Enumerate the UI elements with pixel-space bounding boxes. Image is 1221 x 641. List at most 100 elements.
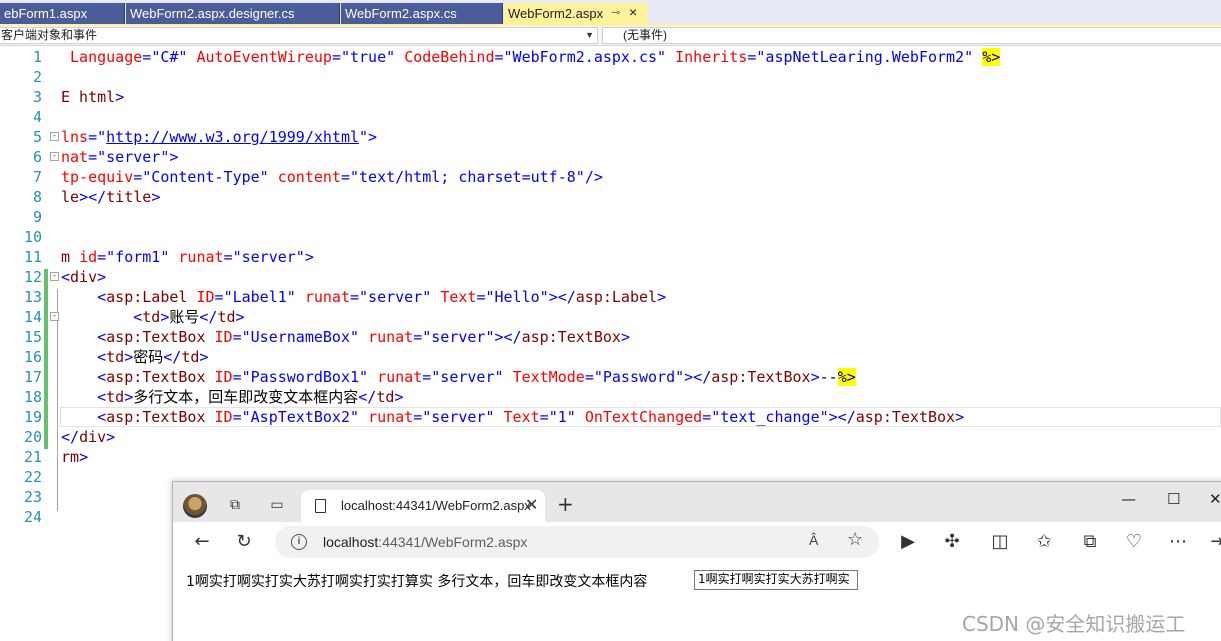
- code-text: E html>: [61, 88, 125, 106]
- tab-label: WebForm2.aspx.designer.cs: [130, 6, 295, 21]
- new-tab-icon[interactable]: +: [557, 492, 574, 516]
- collections-toolbar-icon[interactable]: ⧉: [1079, 531, 1101, 553]
- collapse-icon[interactable]: -: [50, 312, 59, 321]
- line-number: 17: [23, 368, 42, 386]
- line-number: 10: [23, 228, 42, 246]
- tab-actions-icon[interactable]: ▭: [267, 495, 287, 515]
- line-number: 20: [23, 428, 42, 446]
- object-selector[interactable]: 客户端对象和事件 ▼: [0, 27, 598, 44]
- code-line: 6 - nat="server">: [0, 147, 1221, 167]
- line-number: 23: [23, 488, 42, 506]
- code-text: <td>多行文本，回车即改变文本框内容</td>: [97, 388, 404, 406]
- url-path: :44341/WebForm2.aspx: [378, 534, 528, 550]
- browser-tab[interactable]: localhost:44341/WebForm2.aspx ✕: [301, 490, 545, 522]
- line-number: 21: [23, 448, 42, 466]
- code-text: lns="http://www.w3.org/1999/xhtml">: [61, 128, 378, 146]
- code-line: 19 <asp:TextBox ID="AspTextBox2" runat="…: [0, 407, 1221, 427]
- line-number: 14: [23, 308, 42, 326]
- dropdown-arrow-icon: ▼: [585, 30, 594, 40]
- profile-avatar[interactable]: [183, 494, 207, 518]
- close-tab-icon[interactable]: ✕: [525, 495, 538, 514]
- line-number: 18: [23, 388, 42, 406]
- code-line: 10: [0, 227, 1221, 247]
- favorite-star-icon[interactable]: ☆: [847, 529, 863, 550]
- pin-icon[interactable]: ⊸: [611, 3, 620, 24]
- refresh-icon[interactable]: ↻: [233, 531, 255, 553]
- code-line: 11 m id="form1" runat="server">: [0, 247, 1221, 267]
- navigation-bar: 客户端对象和事件 ▼ (无事件): [0, 26, 1221, 46]
- code-line: 8 le></title>: [0, 187, 1221, 207]
- code-text: <asp:TextBox ID="UsernameBox" runat="ser…: [97, 328, 630, 346]
- url-host: localhost: [323, 534, 379, 550]
- line-number: 6: [32, 148, 42, 166]
- code-text: rm>: [61, 448, 89, 466]
- tab-webform2-aspx[interactable]: WebForm2.aspx ⊸ ×: [504, 3, 648, 24]
- code-text: <td>密码</td>: [97, 348, 209, 366]
- code-line: 17 <asp:TextBox ID="PasswordBox1" runat=…: [0, 367, 1221, 387]
- event-selector[interactable]: (无事件): [602, 27, 1221, 44]
- code-text: <asp:TextBox ID="AspTextBox2" runat="ser…: [97, 408, 965, 426]
- line-number: 19: [23, 408, 42, 426]
- collapse-icon[interactable]: -: [50, 132, 59, 141]
- close-window-icon[interactable]: ✕: [1209, 490, 1221, 508]
- collapse-icon[interactable]: -: [50, 272, 59, 281]
- code-line: 4: [0, 107, 1221, 127]
- code-text: nat="server">: [61, 148, 179, 166]
- line-number: 22: [23, 468, 42, 486]
- site-info-icon[interactable]: i: [291, 534, 307, 550]
- code-text: Language="C#" AutoEventWireup="true" Cod…: [70, 48, 1001, 66]
- page-icon: [315, 499, 326, 513]
- line-number: 5: [32, 128, 42, 146]
- sidebar-icon[interactable]: ⇥: [1207, 531, 1221, 553]
- line-number: 15: [23, 328, 42, 346]
- line-number: 12: [23, 268, 42, 286]
- code-line: 14 - <td>账号</td>: [0, 307, 1221, 327]
- address-url: localhost:44341/WebForm2.aspx: [323, 534, 527, 550]
- code-line: 5 - lns="http://www.w3.org/1999/xhtml">: [0, 127, 1221, 147]
- split-screen-icon[interactable]: ◫: [989, 531, 1011, 553]
- line-number: 9: [32, 208, 42, 226]
- back-icon[interactable]: ←: [191, 531, 213, 553]
- code-line: 3 E html>: [0, 87, 1221, 107]
- favorites-icon[interactable]: ✩: [1033, 531, 1055, 553]
- address-bar[interactable]: i localhost:44341/WebForm2.aspx Â ☆: [275, 526, 879, 558]
- code-line: 12 - <div>: [0, 267, 1221, 287]
- code-text: <asp:Label ID="Label1" runat="server" Te…: [97, 288, 667, 306]
- browser-essentials-icon[interactable]: ♡: [1123, 531, 1145, 553]
- minimize-icon[interactable]: —: [1121, 490, 1136, 508]
- code-line: 20 </div>: [0, 427, 1221, 447]
- code-text: m id="form1" runat="server">: [61, 248, 314, 266]
- object-selector-value: 客户端对象和事件: [1, 28, 98, 42]
- code-line: 2: [0, 67, 1221, 87]
- line-number: 11: [23, 248, 42, 266]
- page-text: 1啊实打啊实打实大苏打啊实打实打算实 多行文本，回车即改变文本框内容: [186, 574, 648, 590]
- maximize-icon[interactable]: ☐: [1167, 490, 1180, 508]
- code-line: 7 tp-equiv="Content-Type" content="text/…: [0, 167, 1221, 187]
- tab-label: WebForm2.aspx: [508, 6, 604, 21]
- code-line: 16 <td>密码</td>: [0, 347, 1221, 367]
- tab-webform2-aspx-cs[interactable]: WebForm2.aspx.cs: [341, 3, 503, 24]
- tab-webform2-designer-cs[interactable]: WebForm2.aspx.designer.cs: [126, 3, 340, 24]
- tab-label: ebForm1.aspx: [4, 6, 88, 21]
- more-menu-icon[interactable]: ⋯: [1167, 531, 1189, 553]
- document-tab-strip: ebForm1.aspx WebForm2.aspx.designer.cs W…: [0, 0, 1221, 24]
- line-number: 24: [23, 508, 42, 526]
- code-text: <td>账号</td>: [133, 308, 245, 326]
- multiline-textbox[interactable]: 1啊实打啊实打实大苏打啊实: [694, 570, 858, 590]
- code-line: 9: [0, 207, 1221, 227]
- tab-label: WebForm2.aspx.cs: [345, 6, 457, 21]
- collapse-icon[interactable]: -: [50, 152, 59, 161]
- code-line: 13 <asp:Label ID="Label1" runat="server"…: [0, 287, 1221, 307]
- tab-webform1-aspx[interactable]: ebForm1.aspx: [0, 3, 125, 24]
- code-line: 18 <td>多行文本，回车即改变文本框内容</td>: [0, 387, 1221, 407]
- close-tab-icon[interactable]: ×: [629, 3, 637, 23]
- code-text: <div>: [61, 268, 107, 286]
- extensions-icon[interactable]: ✣: [941, 531, 963, 553]
- line-number: 8: [32, 188, 42, 206]
- code-line: 1 Language="C#" AutoEventWireup="true" C…: [0, 47, 1221, 67]
- read-aloud-icon[interactable]: Â: [809, 532, 818, 548]
- play-icon[interactable]: ▶: [897, 531, 919, 553]
- collections-icon[interactable]: ⧉: [225, 495, 245, 515]
- code-line: 15 <asp:TextBox ID="UsernameBox" runat="…: [0, 327, 1221, 347]
- browser-toolbar: ← ↻ i localhost:44341/WebForm2.aspx Â ☆…: [173, 522, 1221, 562]
